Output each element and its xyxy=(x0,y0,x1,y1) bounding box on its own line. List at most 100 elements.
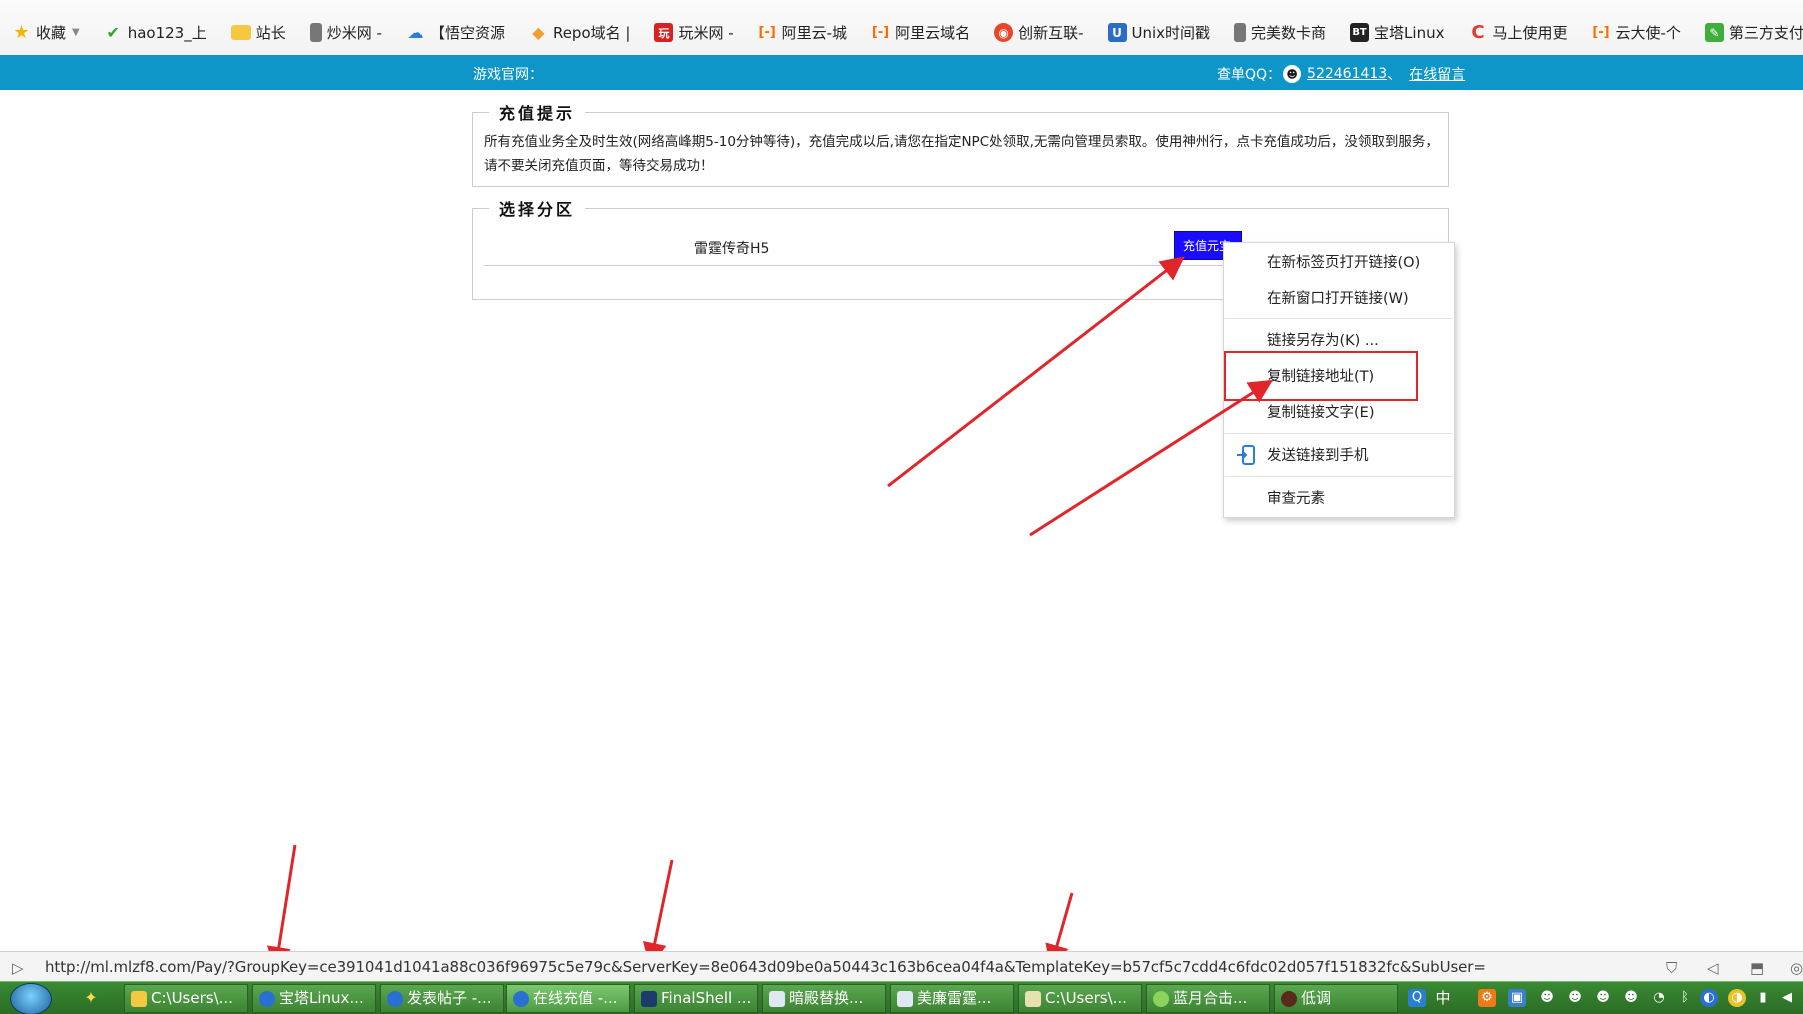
app-launcher-icon[interactable]: ✦ xyxy=(82,989,100,1007)
menu-inspect-element[interactable]: 审查元素 xyxy=(1267,488,1447,510)
menu-open-new-window[interactable]: 在新窗口打开链接(W) xyxy=(1267,288,1447,310)
tray-app-icon[interactable]: ◑ xyxy=(1728,989,1746,1007)
taskbar-item[interactable]: 美廉雷霆... xyxy=(890,984,1014,1013)
bookmark-item[interactable]: ◆ Repo域名 | xyxy=(529,22,630,43)
aliyun-icon: [-] xyxy=(758,25,776,40)
bookmark-folder[interactable]: 站长 xyxy=(230,22,286,43)
hao123-icon: ✔ xyxy=(106,23,120,42)
menu-open-new-tab[interactable]: 在新标签页打开链接(O) xyxy=(1267,252,1447,274)
arrow-to-server-key xyxy=(642,859,674,967)
bookmark-item[interactable]: [-] 阿里云域名 xyxy=(871,22,970,43)
menu-copy-link-text[interactable]: 复制链接文字(E) xyxy=(1267,402,1447,424)
taskbar-item[interactable]: C:\Users\... xyxy=(1018,984,1142,1013)
game-site-label: 游戏官网： xyxy=(473,67,543,83)
zone-name: 雷霆传奇H5 xyxy=(694,241,770,257)
qq-icon: ☻ xyxy=(1283,65,1302,83)
send-to-phone-icon xyxy=(1237,445,1255,465)
site-header: 游戏官网： 查单QQ： ☻ 522461413 、 在线留言 xyxy=(0,55,1803,90)
tray-app-icon[interactable]: ⚙ xyxy=(1478,989,1496,1007)
arrow-to-group-key xyxy=(266,844,297,971)
repo-icon: ◆ xyxy=(532,23,545,42)
taskbar-item-active[interactable]: 在线充值 -... xyxy=(506,984,630,1013)
taskbar-item[interactable]: 暗殿替换... xyxy=(762,984,886,1013)
bookmark-item[interactable]: [-] 阿里云-城 xyxy=(758,22,848,43)
network-icon[interactable]: ▣ xyxy=(1508,989,1526,1007)
recharge-tip-box: 充值提示 所有充值业务全及时生效(网络高峰期5-10分钟等待)，充值完成以后,请… xyxy=(472,100,1449,187)
taskbar-item[interactable]: 低调 xyxy=(1274,984,1398,1013)
qq-contact: 查单QQ： ☻ 522461413 、 在线留言 xyxy=(1217,64,1465,84)
notepad-icon xyxy=(1025,991,1041,1007)
browser-tray-icon[interactable]: ◐ xyxy=(1700,989,1718,1007)
page-icon xyxy=(1234,23,1247,42)
menu-separator xyxy=(1225,433,1453,434)
zone-legend: 选择分区 xyxy=(489,196,586,220)
qq-label: 查单QQ： xyxy=(1217,67,1282,83)
qq-tray-icon[interactable]: ☻ xyxy=(1566,989,1584,1007)
menu-separator xyxy=(1225,318,1453,319)
taskbar-item[interactable]: FinalShell ... xyxy=(634,984,758,1013)
bookmark-item[interactable]: ◉ 创新互联- xyxy=(994,22,1084,43)
online-message-link[interactable]: 在线留言 xyxy=(1409,64,1465,84)
bookmark-item[interactable]: 完美数卡商 xyxy=(1234,22,1326,43)
wanmi-icon: 玩 xyxy=(654,23,674,42)
folder-icon xyxy=(131,991,147,1007)
terminal-icon xyxy=(641,991,657,1007)
taskbar: ✦ C:\Users\... 宝塔Linux... 发表帖子 -... 在线充值… xyxy=(0,981,1803,1014)
qq-tray-icon[interactable]: ☻ xyxy=(1538,989,1556,1007)
speaker-icon[interactable]: ◁ xyxy=(1707,959,1719,977)
tip-legend: 充值提示 xyxy=(489,100,586,124)
browser-icon xyxy=(387,991,403,1007)
unix-icon: U xyxy=(1107,23,1127,42)
menu-send-to-phone[interactable]: 发送链接到手机 xyxy=(1267,445,1447,467)
tip-text: 所有充值业务全及时生效(网络高峰期5-10分钟等待)，充值完成以后,请您在指定N… xyxy=(484,134,1439,174)
sidebar-toggle-icon[interactable]: ▷ xyxy=(12,959,24,977)
bookmark-item[interactable]: [-] 云大使-个 xyxy=(1591,22,1681,43)
bookmark-item[interactable]: BT 宝塔Linux xyxy=(1350,22,1444,43)
menu-separator xyxy=(1225,476,1453,477)
start-button[interactable] xyxy=(10,983,52,1014)
aliyun-icon: [-] xyxy=(1592,25,1610,40)
ime-indicator[interactable]: 中 xyxy=(1434,989,1452,1007)
qq-tray-icon[interactable]: ☻ xyxy=(1622,989,1640,1007)
bookmark-item[interactable]: C 马上使用更 xyxy=(1468,22,1567,43)
menu-save-link-as[interactable]: 链接另存为(K) ... xyxy=(1267,330,1447,352)
bookmark-item[interactable]: 炒米网 - xyxy=(309,22,382,43)
taskbar-item[interactable]: C:\Users\... xyxy=(124,984,248,1013)
settings-icon[interactable]: ◎ xyxy=(1790,959,1803,977)
c-icon: C xyxy=(1471,22,1485,43)
bookmark-item[interactable]: ✔ hao123_上 xyxy=(104,22,207,43)
bookmark-item[interactable]: U Unix时间戳 xyxy=(1107,22,1210,43)
page-icon xyxy=(309,23,322,42)
qq-number-link[interactable]: 522461413 xyxy=(1307,66,1387,82)
taskbar-item[interactable]: 蓝月合击... xyxy=(1146,984,1270,1013)
status-url: http://ml.mlzf8.com/Pay/?GroupKey=ce3910… xyxy=(45,958,1486,976)
browser-icon xyxy=(513,991,529,1007)
bookmark-item[interactable]: ✎ 第三方支付 xyxy=(1704,22,1803,43)
bookmark-favorites[interactable]: ★ 收藏 ▼ xyxy=(12,22,80,43)
shield-icon[interactable]: ⛉ xyxy=(1666,959,1677,977)
download-icon[interactable]: ⬒ xyxy=(1750,959,1764,977)
aliyun-icon: [-] xyxy=(871,25,890,40)
bluetooth-icon[interactable]: ᛒ xyxy=(1676,989,1694,1007)
sync-icon[interactable]: ◔ xyxy=(1650,989,1668,1007)
taskbar-item[interactable]: 发表帖子 -... xyxy=(380,984,504,1013)
game-icon xyxy=(1153,991,1169,1007)
pen-icon: ✎ xyxy=(1704,23,1724,42)
search-icon[interactable]: Q xyxy=(1408,989,1426,1007)
status-bar: ▷ http://ml.mlzf8.com/Pay/?GroupKey=ce39… xyxy=(0,951,1803,981)
game-icon xyxy=(1281,991,1297,1007)
taskbar-item[interactable]: 宝塔Linux... xyxy=(252,984,376,1013)
cloud-icon: ☁ xyxy=(407,23,424,42)
qq-tray-icon[interactable]: ☻ xyxy=(1594,989,1612,1007)
volume-icon[interactable]: ◀ xyxy=(1778,989,1796,1007)
document-icon xyxy=(897,991,913,1007)
star-icon: ★ xyxy=(13,22,30,43)
annotation-highlight-box xyxy=(1224,351,1418,401)
bt-icon: BT xyxy=(1350,23,1370,42)
bookmark-item[interactable]: 玩 玩米网 - xyxy=(654,22,734,43)
browser-icon xyxy=(259,991,275,1007)
bookmark-item[interactable]: ☁ 【悟空资源 xyxy=(406,22,505,43)
chevron-down-icon: ▼ xyxy=(72,27,80,38)
battery-icon[interactable]: ▮ xyxy=(1754,989,1772,1007)
document-icon xyxy=(769,991,785,1007)
